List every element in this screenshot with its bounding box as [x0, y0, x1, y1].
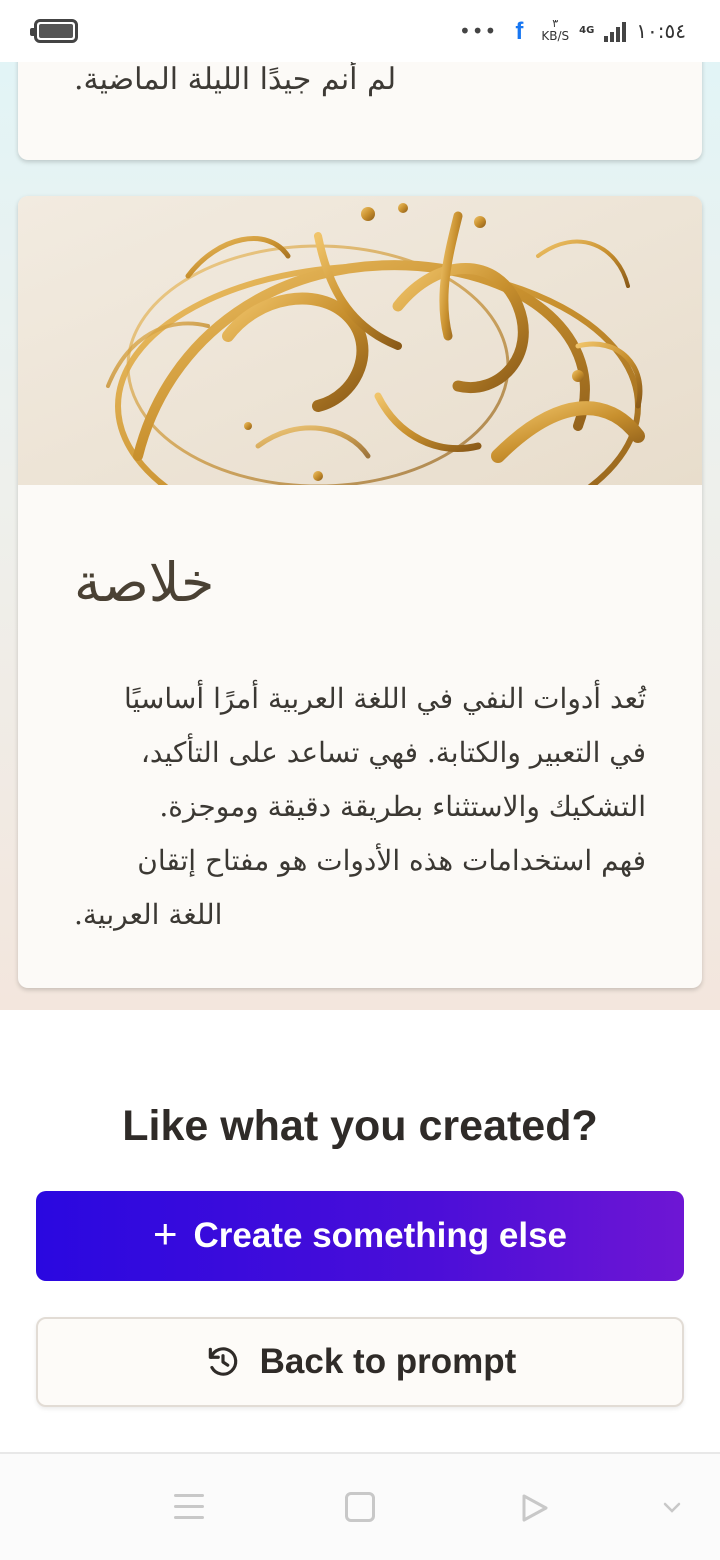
summary-line: اللغة العربية.	[74, 898, 223, 931]
facebook-notification-icon: f	[507, 18, 532, 44]
back-button-label: Back to prompt	[259, 1342, 517, 1381]
plus-icon: +	[153, 1210, 178, 1257]
mobile-data-indicator: 4G	[579, 26, 594, 36]
summary-line: تُعد أدوات النفي في اللغة العربية أمرًا …	[123, 682, 646, 715]
cta-heading: Like what you created?	[122, 1102, 598, 1150]
create-something-else-button[interactable]: + Create something else	[36, 1191, 684, 1281]
chevron-down-icon[interactable]	[662, 1498, 682, 1518]
page: ••• f ٣ KB/S 4G ١٠:٥٤ لم أنم جيدًا الليل…	[0, 0, 720, 1560]
summary-line: التشكيك والاستثناء بطريقة دقيقة وموجزة.	[159, 790, 646, 823]
network-speed-unit: KB/S	[541, 29, 570, 44]
home-icon[interactable]	[345, 1492, 375, 1522]
network-type: 4G	[579, 25, 595, 36]
summary-body: تُعد أدوات النفي في اللغة العربية أمرًا …	[74, 672, 646, 942]
battery-icon	[30, 19, 78, 43]
back-to-prompt-button[interactable]: Back to prompt	[36, 1317, 684, 1407]
clock: ١٠:٥٤	[636, 19, 686, 43]
system-navigation-bar	[0, 1452, 720, 1560]
overflow-dots-icon: •••	[458, 19, 498, 43]
summary-line: في التعبير والكتابة. فهي تساعد على التأك…	[140, 736, 646, 769]
recent-apps-icon[interactable]	[174, 1494, 204, 1520]
summary-card: خلاصة تُعد أدوات النفي في اللغة العربية …	[18, 196, 702, 988]
network-speed: ٣ KB/S	[541, 18, 569, 43]
summary-title: خلاصة	[74, 551, 215, 614]
back-triangle-icon[interactable]	[518, 1492, 550, 1524]
calligraphy-image	[18, 196, 702, 485]
summary-line: فهم استخدامات هذه الأدوات هو مفتاح إتقان	[137, 844, 646, 877]
status-indicators: ••• f ٣ KB/S 4G ١٠:٥٤	[459, 18, 686, 44]
signal-strength-icon	[604, 20, 627, 42]
status-bar: ••• f ٣ KB/S 4G ١٠:٥٤	[0, 0, 720, 62]
history-icon	[208, 1347, 237, 1376]
previous-card-text: لم أنم جيدًا الليلة الماضية.	[74, 62, 397, 97]
create-button-label: Create something else	[193, 1216, 567, 1255]
